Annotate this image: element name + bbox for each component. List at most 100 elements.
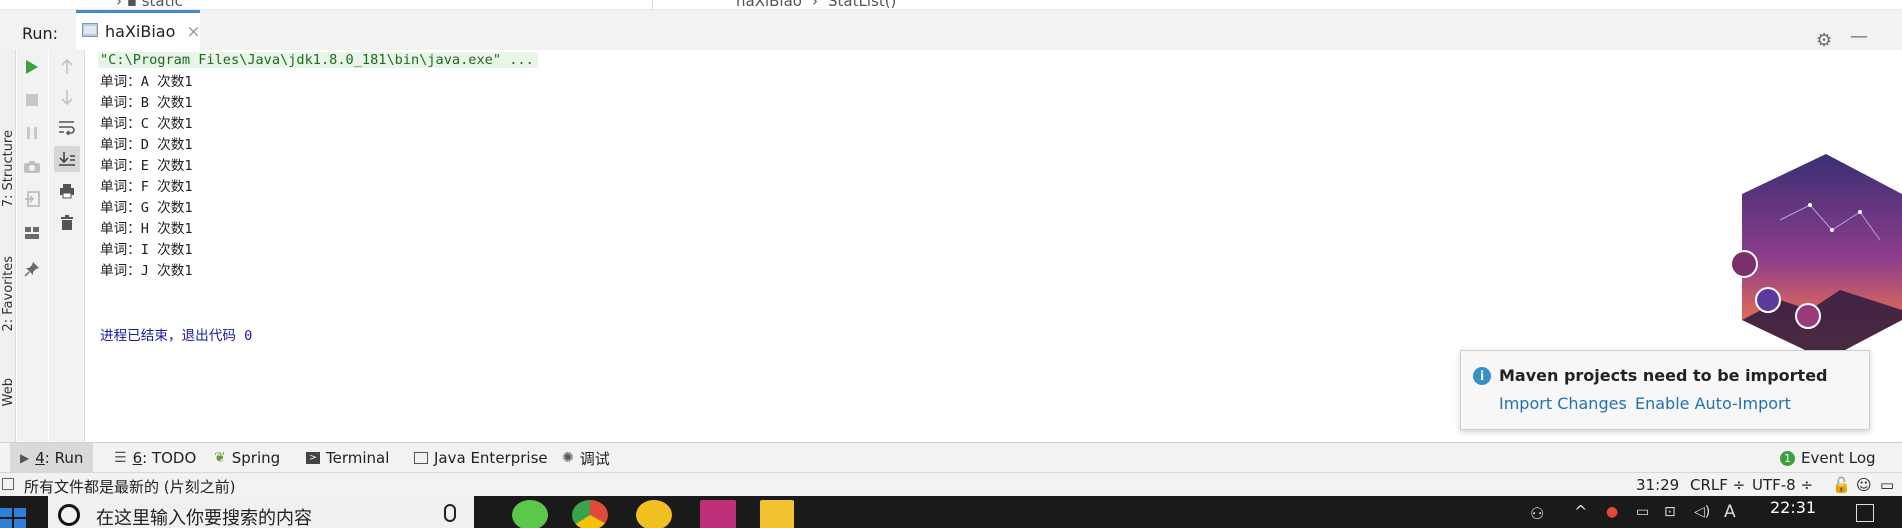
soft-wrap-icon	[59, 121, 75, 135]
run-tab-title: haXiBiao	[105, 22, 176, 41]
status-square-icon[interactable]	[2, 478, 14, 490]
microphone-icon[interactable]	[444, 504, 456, 522]
close-icon[interactable]: ×	[186, 22, 200, 42]
run-panel-header: Run: ⚙ —	[0, 10, 1902, 51]
people-icon[interactable]: ⚇	[1530, 504, 1544, 523]
console-line: 单词：J 次数1	[100, 263, 193, 279]
mascot-decoration	[1730, 154, 1902, 360]
chrome-taskbar-icon[interactable]	[572, 500, 608, 528]
pin-icon	[24, 262, 39, 277]
web-tool-tab[interactable]: Web	[1, 378, 15, 406]
console-line: 单词：F 次数1	[100, 179, 193, 195]
status-bar: 所有文件都是最新的 (片刻之前) 31:29 CRLF ÷ UTF-8 ÷ 🔓 …	[0, 472, 1902, 496]
dump-threads-button[interactable]	[19, 154, 45, 180]
volume-icon[interactable]: ◁)	[1694, 504, 1710, 520]
tab-java-enterprise[interactable]: Java Enterprise	[414, 443, 548, 473]
event-log-icon: 1	[1780, 450, 1795, 466]
taskbar-clock[interactable]: 22:31	[1770, 498, 1816, 517]
run-toolbar-primary	[17, 50, 48, 442]
taskbar-search-placeholder: 在这里输入你要搜索的内容	[96, 508, 312, 528]
search-icon	[58, 504, 80, 526]
next-occurrence-button[interactable]	[54, 84, 80, 110]
app-taskbar-icon[interactable]	[636, 500, 672, 528]
wechat-taskbar-icon[interactable]	[512, 500, 548, 528]
console-line: 单词：G 次数1	[100, 200, 193, 216]
tab-spring-label: Spring	[231, 449, 281, 467]
tab-terminal[interactable]: > Terminal	[306, 443, 389, 473]
layout-settings-button[interactable]	[19, 220, 45, 246]
folder-label: static	[141, 0, 183, 10]
structure-tool-tab[interactable]: 7: Structure	[1, 130, 15, 207]
console-line: 单词：E 次数1	[100, 158, 193, 174]
tab-run-mnemonic: 4	[35, 449, 45, 467]
stop-icon	[26, 94, 38, 106]
lock-icon[interactable]: 🔓	[1832, 476, 1851, 494]
tab-debug-label: 调试	[579, 449, 610, 468]
favorites-tool-tab[interactable]: 2: Favorites	[1, 256, 15, 332]
notifications-icon[interactable]: ▭	[1880, 476, 1894, 494]
print-button[interactable]	[54, 178, 80, 204]
down-arrow-icon	[61, 90, 73, 105]
scroll-to-end-button[interactable]	[54, 146, 80, 172]
ime-indicator[interactable]: A	[1724, 502, 1736, 522]
file-explorer-taskbar-icon[interactable]	[760, 500, 794, 528]
taskbar-search-box[interactable]: 在这里输入你要搜索的内容	[48, 496, 474, 528]
tab-todo-text: : TODO	[142, 449, 197, 467]
pause-button[interactable]	[19, 120, 45, 146]
windows-taskbar: 在这里输入你要搜索的内容 ⚇ ^ ● ▭ ⊡ ◁) A 22:31	[0, 496, 1902, 528]
breadcrumb-class[interactable]: haXiBiao	[736, 0, 802, 9]
chevron-up-icon[interactable]: ^	[1574, 502, 1587, 521]
tab-todo-mnemonic: 6	[132, 449, 143, 467]
console-line: 单词：A 次数1	[100, 74, 193, 90]
tree-folder-static[interactable]: › ▪ static	[116, 0, 183, 10]
restore-layout-button[interactable]	[19, 186, 45, 212]
file-encoding[interactable]: UTF-8 ÷	[1752, 476, 1813, 494]
stop-button[interactable]	[19, 87, 45, 113]
import-changes-link[interactable]: Import Changes	[1499, 394, 1627, 413]
java-enterprise-icon	[414, 452, 428, 464]
minimize-icon[interactable]: —	[1850, 26, 1868, 47]
layout-icon	[25, 227, 39, 239]
breadcrumb-separator: ›	[812, 0, 818, 10]
network-icon[interactable]: ⊡	[1664, 504, 1676, 520]
tab-event-log[interactable]: 1 Event Log	[1780, 443, 1876, 473]
run-toolbar-secondary	[49, 50, 85, 442]
action-center-icon[interactable]	[1856, 504, 1874, 522]
run-panel-label: Run:	[22, 24, 59, 43]
maven-import-notification: i Maven projects need to be imported Imp…	[1460, 350, 1870, 430]
inspector-icon[interactable]: ☺	[1856, 476, 1872, 494]
gear-icon[interactable]: ⚙	[1816, 30, 1832, 51]
tray-app-icon[interactable]: ●	[1606, 504, 1618, 520]
scroll-to-end-icon	[59, 152, 75, 166]
tool-window-bar: ▶ 4: Run ☰ 6: TODO ❦ Spring > Terminal J…	[0, 442, 1902, 473]
battery-icon[interactable]: ▭	[1636, 504, 1649, 520]
clear-all-button[interactable]	[54, 210, 80, 236]
console-line: 单词：I 次数1	[100, 242, 193, 258]
pause-icon	[27, 127, 37, 139]
pin-tab-button[interactable]	[19, 256, 45, 282]
tab-run-label: 4: Run	[35, 449, 83, 467]
windows-start-icon[interactable]	[0, 508, 28, 528]
console-exit-message: 进程已结束，退出代码 0	[100, 328, 253, 344]
console-line: 单词：B 次数1	[100, 95, 193, 111]
previous-occurrence-button[interactable]	[54, 54, 80, 80]
editor-top-strip: › ▪ static haXiBiao › StatList()	[0, 0, 1902, 10]
up-arrow-icon	[61, 59, 73, 74]
intellij-taskbar-icon[interactable]	[700, 500, 736, 528]
breadcrumb-method[interactable]: StatList()	[828, 0, 896, 9]
tab-debug[interactable]: ✺ 调试	[562, 443, 610, 473]
rerun-button[interactable]	[19, 54, 45, 80]
play-icon	[26, 60, 38, 74]
caret-position[interactable]: 31:29	[1636, 476, 1679, 494]
tab-spring[interactable]: ❦ Spring	[214, 443, 280, 473]
tab-run[interactable]: ▶ 4: Run	[10, 443, 94, 473]
info-icon: i	[1473, 367, 1491, 385]
enable-auto-import-link[interactable]: Enable Auto-Import	[1635, 394, 1791, 413]
notification-title: Maven projects need to be imported	[1499, 366, 1828, 385]
line-separator[interactable]: CRLF ÷	[1690, 476, 1745, 494]
run-config-tab[interactable]: haXiBiao ×	[76, 10, 201, 50]
soft-wrap-button[interactable]	[54, 114, 80, 140]
spring-leaf-icon: ❦	[214, 450, 226, 466]
tab-terminal-label: Terminal	[326, 449, 390, 467]
tab-todo[interactable]: ☰ 6: TODO	[114, 443, 196, 473]
